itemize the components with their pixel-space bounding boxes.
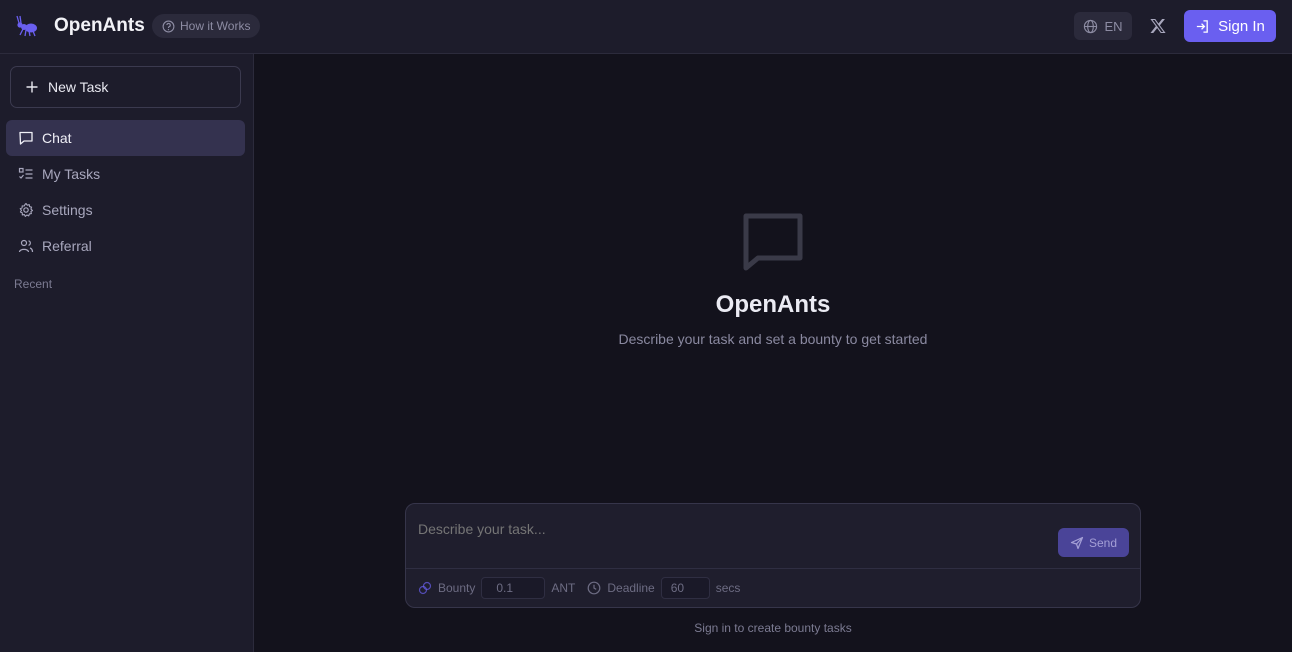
x-logo-icon <box>1150 18 1166 34</box>
coins-icon <box>418 581 432 595</box>
task-input[interactable] <box>418 521 1038 537</box>
sidebar-item-label: Referral <box>42 238 92 254</box>
page-subtitle: Describe your task and set a bounty to g… <box>618 331 928 347</box>
gear-icon <box>19 202 34 217</box>
send-label: Send <box>1088 535 1118 550</box>
users-icon <box>18 239 34 253</box>
language-selector[interactable]: EN <box>1074 12 1132 40</box>
tasks-icon <box>18 167 33 179</box>
help-circle-icon <box>162 20 175 32</box>
chat-icon <box>19 131 33 145</box>
sidebar-item-label: Settings <box>42 202 93 218</box>
bounty-unit: ANT <box>551 581 576 595</box>
bounty-input[interactable]: 0.1 <box>481 577 546 599</box>
bounty-options: Bounty 0.1 ANT Deadline 60 secs <box>418 577 741 599</box>
plus-icon <box>26 81 38 93</box>
deadline-unit: secs <box>715 581 741 595</box>
sidebar-item-my-tasks[interactable]: My Tasks <box>6 156 245 192</box>
task-composer: Send Bounty 0.1 ANT Deadline 60 secs <box>405 503 1141 608</box>
sign-in-hint: Sign in to create bounty tasks <box>694 621 852 635</box>
ant-logo-icon[interactable] <box>14 13 40 39</box>
deadline-input[interactable]: 60 <box>660 577 710 599</box>
sidebar-item-label: Chat <box>42 130 72 146</box>
sidebar-item-chat[interactable]: Chat <box>6 120 245 156</box>
clock-icon <box>587 581 601 595</box>
page-title: OpenAnts <box>715 291 831 318</box>
send-button[interactable]: Send <box>1058 528 1129 557</box>
recent-section-label: Recent <box>14 277 53 291</box>
sidebar-item-label: My Tasks <box>42 166 101 182</box>
composer-divider <box>406 568 1140 569</box>
sidebar: New Task Chat My Tasks Settings Referral… <box>0 54 254 652</box>
sidebar-item-settings[interactable]: Settings <box>6 192 245 228</box>
brand-name[interactable]: OpenAnts <box>54 15 145 37</box>
chat-bubble-icon <box>743 213 803 271</box>
login-icon <box>1197 19 1208 33</box>
how-it-works-label: How it Works <box>180 19 251 33</box>
how-it-works-button[interactable]: How it Works <box>152 14 261 38</box>
sidebar-item-referral[interactable]: Referral <box>6 228 245 264</box>
top-bar: OpenAnts How it Works EN Sign In <box>0 0 1292 54</box>
sign-in-label: Sign In <box>1218 17 1265 35</box>
sign-in-button[interactable]: Sign In <box>1184 10 1276 42</box>
x-social-link[interactable] <box>1146 14 1170 38</box>
language-label: EN <box>1104 18 1123 34</box>
globe-icon <box>1084 19 1098 33</box>
new-task-label: New Task <box>48 79 109 95</box>
bounty-label: Bounty <box>438 581 476 595</box>
deadline-label: Deadline <box>607 581 655 595</box>
send-icon <box>1070 536 1084 549</box>
new-task-button[interactable]: New Task <box>10 66 241 108</box>
